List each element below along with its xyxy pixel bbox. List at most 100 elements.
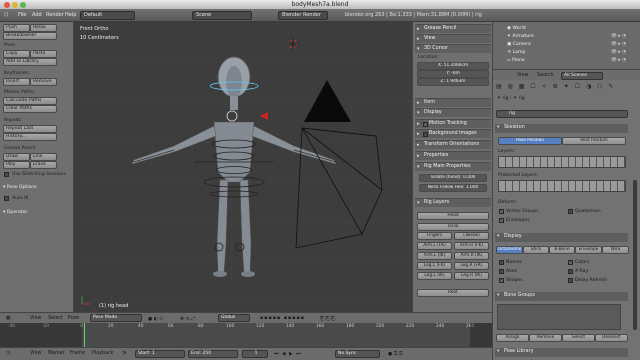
manipulator-icons[interactable]: ✥ ⟲ ⤢ [180,316,195,322]
3d-cursor-icon[interactable] [287,38,299,50]
shapes-checkbox[interactable]: ✓ [499,278,504,283]
panel-motion-tracking[interactable]: ✓Motion Tracking [415,119,491,128]
menu-add[interactable]: Add [32,12,42,18]
panel-3d-cursor[interactable]: 3D Cursor [415,44,491,53]
layer-leg-r-fk-button[interactable]: Leg.R (FK) [454,262,489,270]
panel-properties[interactable]: Properties [415,151,491,160]
layer-head-button[interactable]: Head [417,212,489,220]
pose-library-panel-header[interactable]: Pose Library [495,348,628,357]
viewport-shading-icon[interactable]: ● ◐ ⟐ [148,316,163,322]
render-engine-select[interactable]: Blender Render [278,11,328,20]
envelopes-checkbox[interactable]: ✓ [499,218,504,223]
outliner-filter-select[interactable]: All Scenes [561,72,603,80]
grease-line-button[interactable]: Line [30,153,57,161]
cursor-y-field[interactable]: Y: -0m [417,70,489,78]
push-button[interactable]: Push [3,24,30,32]
motion-tracking-checkbox[interactable]: ✓ [423,122,428,127]
layer-arm-l-fk-button[interactable]: Arm.L (FK) [417,242,452,250]
outliner-item[interactable]: ◉ World [507,26,526,31]
scene-select[interactable]: Scene [192,11,252,20]
add-to-library-button[interactable]: Add To Library [3,58,57,66]
camera-triangle-icon[interactable] [304,80,351,122]
display-bbone-button[interactable]: B-Bone [549,246,575,254]
armature-name-field[interactable]: rig [496,110,628,118]
display-panel-header[interactable]: Display [495,233,628,242]
outliner-item[interactable]: ▣ Camera [507,42,531,47]
layer-fingers-button[interactable]: Fingers [417,232,452,240]
auto-ik-checkbox[interactable] [4,196,9,201]
delay-refresh-checkbox[interactable] [568,278,573,283]
menu-file[interactable]: File [18,12,26,18]
bone-groups-list[interactable] [497,304,621,330]
background-images-checkbox[interactable] [423,132,428,137]
editor-type-icon[interactable]: ▦ [6,316,11,321]
visibility-eye-icon[interactable]: 👁 ▸ ◔ [611,58,626,63]
close-window-icon[interactable] [4,2,10,8]
visibility-eye-icon[interactable]: 👁 ▸ ◔ [611,50,626,55]
menu-render[interactable]: Render [46,12,64,18]
calculate-paths-button[interactable]: Calculate Paths [3,97,57,105]
camera-frustum[interactable] [295,127,383,249]
history-button[interactable]: History... [3,133,57,141]
isolate-head-field[interactable]: Isolate (head): 0.000 [419,174,487,182]
cursor-z-field[interactable]: Z: 1.9463m [417,78,489,86]
axes-checkbox[interactable] [499,269,504,274]
panel-view[interactable]: View [415,34,491,43]
timeline-view-menu[interactable]: View [30,351,41,356]
quaternion-checkbox[interactable] [568,209,573,214]
layer-arm-r-fk-button[interactable]: Arm.R (FK) [454,242,489,250]
timeline-playback-menu[interactable]: Playback [92,351,113,356]
playback-controls-icon[interactable]: ⏮ ◀ ▶ ⏭ [274,351,302,357]
outliner-item[interactable]: ▱ Plane [507,58,525,63]
layer-leg-l-ik-button[interactable]: Leg.L (IK) [417,272,452,280]
zoom-window-icon[interactable] [20,2,26,8]
menu-view[interactable]: View [30,316,41,321]
outliner-view-menu[interactable]: View [517,73,528,78]
bone-group-select-button[interactable]: Select [562,334,595,342]
layer-arm-l-ik-button[interactable]: Arm.L (IK) [417,252,452,260]
layer-buttons[interactable]: ▪▪▪▪▪ ▪▪▪▪▪ [260,316,305,321]
panel-grease-pencil[interactable]: Grease Pencil [415,24,491,33]
outliner-search-menu[interactable]: Search [537,73,553,78]
end-frame-field[interactable]: End: 250 [188,350,238,358]
layer-tweak-button[interactable]: (Tweak) [454,232,489,240]
remove-keyframe-button[interactable]: Remove [30,78,57,86]
minimize-window-icon[interactable] [12,2,18,8]
properties-tab-icons[interactable]: ▤ ◍ ▦ ☐ ✧ ⚙ ✦ ☐ ◑ ⬡ ✎ [496,83,636,92]
grease-erase-button[interactable]: Erase [30,161,57,169]
bone-groups-panel-header[interactable]: Bone Groups [495,292,628,301]
bone-group-remove-button[interactable]: Remove [529,334,562,342]
vertex-groups-checkbox[interactable]: ✓ [499,209,504,214]
screen-layout-select[interactable]: Default [80,11,135,20]
grease-draw-button[interactable]: Draw [3,153,30,161]
visibility-eye-icon[interactable]: 👁 ▸ ◔ [611,42,626,47]
current-frame-cursor[interactable] [84,323,85,347]
layers-grid[interactable] [498,156,626,168]
panel-background-images[interactable]: Background Images [415,129,491,138]
blender-logo-icon[interactable]: ⬡ [4,12,8,18]
cursor-x-field[interactable]: X: 51.2066cm [417,62,489,70]
grease-poly-button[interactable]: Poly [3,161,30,169]
sketch-sessions-checkbox[interactable] [4,172,9,177]
rest-position-button[interactable]: Rest Position [562,137,626,145]
layer-root-button[interactable]: Root [417,289,489,297]
pose-options-header[interactable]: ▾ Pose Options [3,185,37,190]
start-frame-field[interactable]: Start: 1 [135,350,185,358]
pose-position-button[interactable]: Pose Position [498,137,562,145]
orientation-select[interactable]: Global [218,314,250,322]
timeline-frame-menu[interactable]: Frame [70,351,85,356]
copy-pose-button[interactable]: Copy [3,50,30,58]
pose-copy-icons[interactable]: ⎘ ⎘ ⎗ [320,316,335,322]
timeline[interactable]: -40 -20 0 20 40 60 80 100 120 140 160 18… [0,323,492,347]
insert-keyframe-button[interactable]: Insert [3,78,30,86]
clear-paths-button[interactable]: Clear Paths [3,105,57,113]
display-envelope-button[interactable]: Envelope [575,246,602,254]
layer-torso-button[interactable]: Torso [417,223,489,231]
panel-display[interactable]: Display [415,108,491,117]
visibility-eye-icon[interactable]: 👁 ▸ ◔ [611,34,626,39]
display-stick-button[interactable]: Stick [523,246,549,254]
relax-button[interactable]: Relax [30,24,57,32]
properties-scrollbar[interactable] [633,180,637,330]
keying-icons[interactable]: ● ⚿ ⚿ [388,351,403,357]
neck-follow-field[interactable]: Neck Follow Hea: 1.000 [419,184,487,192]
